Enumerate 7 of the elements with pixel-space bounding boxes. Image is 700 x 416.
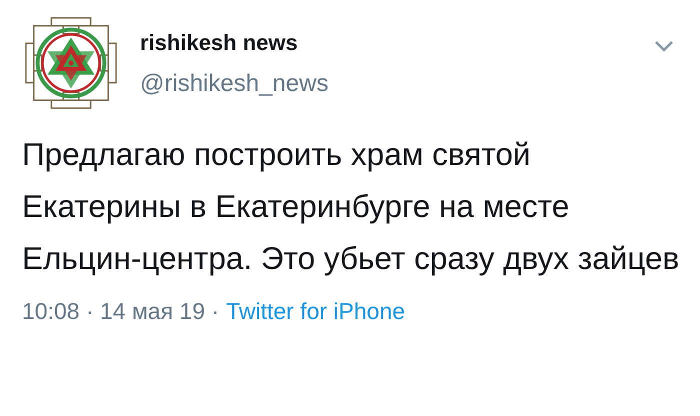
chevron-down-icon[interactable] [654, 40, 674, 52]
author-name[interactable]: rishikesh news [140, 30, 634, 56]
source-link[interactable]: Twitter for iPhone [226, 298, 406, 325]
author-handle[interactable]: @rishikesh_news [140, 70, 634, 98]
yantra-logo-icon [22, 14, 120, 112]
tweet-timestamp: 10:08 · 14 мая 19 · [22, 298, 220, 325]
tweet-text: Предлагаю построить храм святой Екатерины в Екатеринбурге на месте Ельцин-центра. Это убьет сразу двух зайцев [22, 135, 680, 278]
